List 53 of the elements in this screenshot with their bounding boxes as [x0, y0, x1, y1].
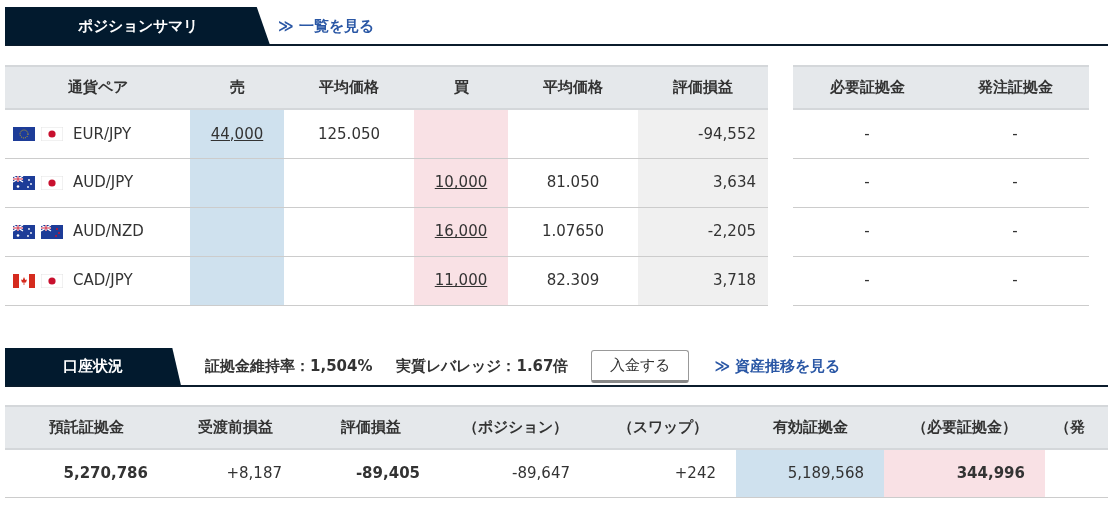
margin-cell: -	[793, 109, 941, 158]
margin-cell: -	[793, 207, 941, 256]
effective-leverage: 実質レバレッジ：1.67倍	[396, 356, 569, 378]
margin-cell: -	[793, 256, 941, 305]
account-value-cell: 344,996	[884, 448, 1045, 498]
account-value-cell: -89,405	[302, 448, 440, 498]
column-header: （発	[1045, 405, 1108, 449]
profit-loss-cell: 3,634	[638, 158, 768, 207]
column-header: 有効証拠金	[736, 405, 884, 449]
margin-cell: -	[941, 158, 1089, 207]
column-header: 売	[190, 66, 284, 109]
deposit-button[interactable]: 入金する	[590, 350, 689, 383]
flag-icon	[41, 175, 63, 190]
flag-icon	[13, 273, 35, 288]
profit-loss-cell: 3,718	[638, 256, 768, 305]
view-list-link[interactable]: ≫ 一覧を見る	[278, 14, 374, 38]
margin-cell: -	[941, 109, 1089, 158]
flag-icon	[13, 175, 35, 190]
account-value-cell: 5,270,786	[5, 448, 168, 498]
column-header: 平均価格	[508, 66, 638, 109]
currency-pair: AUD/NZD	[73, 221, 144, 243]
account-value-cell: +8,187	[168, 448, 302, 498]
currency-pair: AUD/JPY	[73, 172, 134, 194]
column-header: 通貨ペア	[5, 66, 190, 109]
account-value-cell: -89,647	[440, 448, 590, 498]
column-header: 評価損益	[638, 66, 768, 109]
currency-pair: EUR/JPY	[73, 123, 132, 145]
profit-loss-cell: -94,552	[638, 109, 768, 158]
account-value-cell: 5,189,568	[736, 448, 884, 498]
flag-icon	[41, 224, 63, 239]
column-header: （スワップ）	[590, 405, 736, 449]
column-header: （必要証拠金）	[884, 405, 1045, 449]
margin-cell: -	[941, 207, 1089, 256]
margin-cell: -	[941, 256, 1089, 305]
asset-history-link[interactable]: ≫ 資産推移を見る	[714, 355, 841, 378]
flag-icon	[41, 126, 63, 141]
flag-icon	[13, 224, 35, 239]
column-header: 買	[414, 66, 508, 109]
column-header: 必要証拠金	[793, 66, 941, 109]
flag-icon	[13, 126, 35, 141]
flag-icon	[41, 273, 63, 288]
currency-pair: CAD/JPY	[73, 270, 133, 292]
column-header: 評価損益	[302, 405, 440, 449]
section-title: ポジションサマリ	[5, 7, 270, 45]
margin-cell: -	[793, 158, 941, 207]
column-header: （ポジション）	[440, 405, 590, 449]
margin-maintenance-rate: 証拠金維持率：1,504%	[205, 356, 373, 378]
section-title: 口座状況	[5, 347, 181, 386]
column-header: 発注証拠金	[941, 66, 1089, 109]
column-header: 預託証拠金	[5, 405, 168, 449]
profit-loss-cell: -2,205	[638, 207, 768, 256]
column-header: 受渡前損益	[168, 405, 302, 449]
column-header: 平均価格	[284, 66, 414, 109]
